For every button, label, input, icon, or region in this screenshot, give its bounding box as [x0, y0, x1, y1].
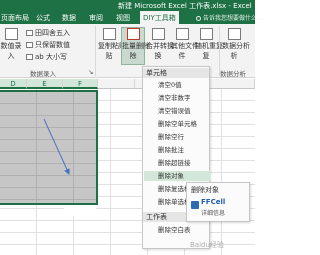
copy-paste-button[interactable]: 复制粘贴 贴	[98, 28, 126, 61]
batch-delete-button[interactable]: 批量删除 除	[121, 27, 150, 65]
watermark: Baidu经验	[190, 241, 224, 249]
menu-item-delete-objects[interactable]: 删除对象	[144, 171, 210, 181]
random-repeat-label-2: 复	[202, 52, 210, 60]
tab-formulas[interactable]: 公式	[36, 13, 50, 23]
menu-item-clear-zero[interactable]: 清空0值	[158, 80, 182, 90]
title-bar: 新建 Microsoft Excel 工作表.xlsx - Excel	[0, 0, 255, 10]
data-analysis-label: 数据分析	[222, 42, 250, 50]
menu-item-delete-comments[interactable]: 删除批注	[158, 145, 184, 155]
group-label-data-analysis: 数据分析	[220, 70, 246, 78]
other-files-button[interactable]: 其他文件 件	[171, 28, 199, 61]
value-entry-icon	[4, 28, 18, 40]
menu-item-delete-empty-cells[interactable]: 删除空单元格	[158, 119, 197, 129]
tell-me-box[interactable]: 告诉我您想要做什么...	[196, 13, 263, 22]
arrow-line[interactable]	[43, 118, 70, 175]
value-entry-label: 数值录	[0, 42, 22, 50]
merge-convert-icon	[151, 28, 165, 40]
other-files-icon	[175, 28, 189, 40]
merge-convert-label: 合并转换	[146, 42, 174, 50]
other-files-label-2: 件	[178, 52, 186, 60]
group-label-data-entry: 数据录入	[30, 70, 56, 78]
merge-convert-button[interactable]: 合并转换 换	[146, 28, 174, 61]
menu-item-clear-errors[interactable]: 清空错误值	[158, 106, 191, 116]
keep-values-label: 只保留数值	[35, 41, 70, 49]
tooltip-title: 删除对象	[191, 186, 219, 194]
tooltip-details-link[interactable]: 详细信息	[201, 208, 225, 217]
tooltip-brand: FFCell	[201, 198, 226, 206]
copy-paste-icon	[102, 28, 116, 40]
tab-diy-toolbox[interactable]: DIY工具箱	[140, 11, 179, 24]
ribbon-tabs: 页面布局 公式 数据 审阅 视图 DIY工具箱 告诉我您想要做什么...	[0, 10, 263, 24]
menu-item-delete-blank-sheets[interactable]: 删除空白表	[158, 225, 191, 235]
round-icon	[26, 30, 33, 36]
random-repeat-icon	[199, 28, 213, 40]
data-analysis-button[interactable]: 数据分析 析	[222, 28, 250, 61]
copy-paste-label-2: 贴	[105, 52, 113, 60]
delete-objects-tooltip: 删除对象 FFCell 详细信息	[186, 182, 250, 222]
merge-convert-label-2: 换	[154, 52, 162, 60]
lightbulb-icon	[196, 16, 201, 21]
case-icon	[26, 54, 33, 60]
keep-values-icon	[26, 42, 33, 48]
data-analysis-icon	[227, 28, 241, 40]
value-entry-button[interactable]: 数值录 入	[0, 28, 22, 61]
ribbon: 数值录 入 田四舍五入 只保留数值 ab 大小写 数据录入 ↘ 复制粘贴 贴 批…	[0, 24, 255, 78]
ribbon-separator	[95, 26, 96, 76]
keep-values-button[interactable]: 只保留数值	[26, 40, 70, 50]
worksheet[interactable]: D E F	[0, 79, 255, 255]
case-button[interactable]: ab 大小写	[26, 52, 67, 62]
ffcell-logo-icon	[191, 201, 199, 209]
tab-view[interactable]: 视图	[116, 13, 130, 23]
group-expand-icon[interactable]: ↘	[88, 68, 93, 76]
batch-delete-icon	[126, 28, 140, 40]
menu-item-clear-non-numeric[interactable]: 清空非数字	[158, 93, 191, 103]
data-analysis-label-2: 析	[230, 52, 238, 60]
menu-item-delete-empty-rows[interactable]: 删除空行	[158, 132, 184, 142]
random-repeat-button[interactable]: 随机重复 复	[195, 28, 223, 61]
round-label: 田四舍五入	[35, 29, 70, 37]
tab-data[interactable]: 数据	[62, 13, 76, 23]
round-button[interactable]: 田四舍五入	[26, 28, 70, 38]
tab-review[interactable]: 审阅	[89, 13, 103, 23]
batch-delete-label-2: 除	[129, 52, 137, 60]
tell-me-placeholder: 告诉我您想要做什么...	[203, 15, 263, 22]
menu-section-cells: 单元格	[143, 68, 209, 78]
case-label: ab 大小写	[35, 53, 67, 61]
drawn-arrow-object[interactable]	[0, 79, 255, 255]
menu-item-delete-hyperlinks[interactable]: 删除超链接	[158, 158, 191, 168]
value-entry-label-2: 入	[7, 52, 15, 60]
tab-page-layout[interactable]: 页面布局	[1, 13, 29, 23]
